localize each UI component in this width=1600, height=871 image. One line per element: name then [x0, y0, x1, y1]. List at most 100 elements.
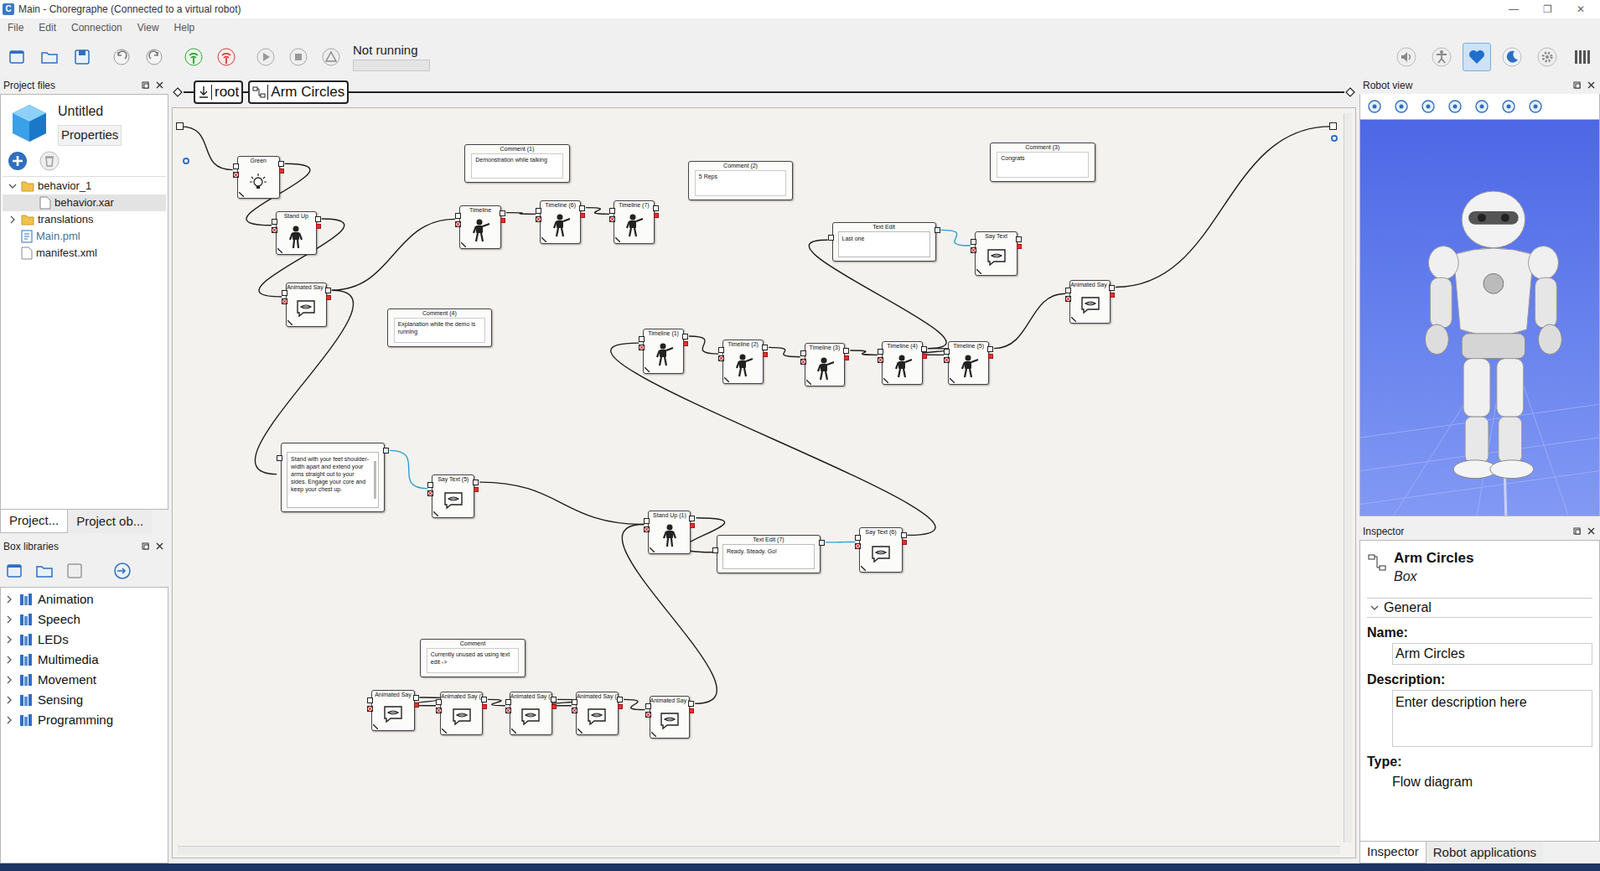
- diagram-box[interactable]: Timeline (7): [613, 200, 655, 244]
- output-port[interactable]: [315, 216, 322, 223]
- sleep-icon[interactable]: [1497, 42, 1527, 72]
- stopped-port[interactable]: [473, 486, 479, 492]
- stop-port-icon[interactable]: [281, 298, 288, 305]
- resize-icon[interactable]: [724, 377, 730, 383]
- output-port[interactable]: [325, 287, 332, 294]
- stopped-port[interactable]: [689, 522, 695, 529]
- wire[interactable]: [389, 450, 428, 488]
- battery-icon[interactable]: [1568, 42, 1597, 72]
- diagram-box[interactable]: Animated Say (4): [649, 695, 691, 739]
- output-port[interactable]: [900, 532, 907, 539]
- stop-port-icon[interactable]: [718, 355, 725, 362]
- diagram-box[interactable]: Timeline (6): [539, 200, 581, 244]
- debug-icon[interactable]: [321, 46, 342, 68]
- text-edit-box[interactable]: Text Edit (7)Ready. Steady. Go!: [716, 534, 821, 574]
- resize-icon[interactable]: [238, 191, 244, 197]
- wire[interactable]: [331, 218, 456, 290]
- wire[interactable]: [688, 336, 719, 354]
- diagram-box[interactable]: Animated Say (2): [509, 691, 553, 735]
- stop-port-icon[interactable]: [638, 344, 645, 351]
- input-port[interactable]: [854, 534, 861, 541]
- stop-port-icon[interactable]: [877, 357, 884, 363]
- volume-icon[interactable]: [1392, 42, 1421, 72]
- comment-box[interactable]: Comment (4)Explanation while the demo is…: [387, 308, 492, 347]
- comment-field[interactable]: Currently unused as using text edit ->: [426, 647, 520, 674]
- text-field[interactable]: Stand with your feet shoulder-width apar…: [286, 451, 379, 508]
- expand-arrow-icon[interactable]: [4, 635, 15, 644]
- output-port[interactable]: [761, 344, 768, 351]
- window-control[interactable]: —: [1506, 1, 1522, 17]
- stopped-port[interactable]: [1016, 243, 1022, 249]
- stopped-port[interactable]: [683, 341, 689, 347]
- diagram-box[interactable]: Timeline (4): [881, 341, 923, 385]
- output-port[interactable]: [1108, 284, 1115, 291]
- resize-icon[interactable]: [806, 379, 812, 385]
- output-port[interactable]: [934, 227, 941, 234]
- input-port[interactable]: [718, 346, 725, 353]
- diagram-output-port[interactable]: [1329, 122, 1337, 130]
- stopped-port[interactable]: [481, 704, 487, 710]
- stopped-port[interactable]: [1109, 292, 1115, 298]
- stopped-port[interactable]: [921, 353, 927, 359]
- field-input[interactable]: Enter description here: [1392, 689, 1593, 747]
- zoom-icon[interactable]: [1527, 98, 1544, 114]
- comment-box[interactable]: Comment (3)Congrats: [989, 142, 1095, 182]
- library-item[interactable]: Animation: [0, 589, 168, 610]
- text-edit-box[interactable]: Stand with your feet shoulder-width apar…: [280, 442, 385, 513]
- search-icon[interactable]: [112, 561, 133, 580]
- output-port[interactable]: [383, 447, 389, 454]
- library-item[interactable]: Multimedia: [0, 649, 168, 670]
- resize-icon[interactable]: [441, 728, 447, 734]
- info-icon[interactable]: [1366, 98, 1383, 114]
- resize-icon[interactable]: [649, 547, 655, 553]
- expand-arrow-icon[interactable]: [4, 655, 15, 664]
- text-field[interactable]: Last one: [838, 231, 931, 257]
- diagram-box[interactable]: Stand Up: [275, 211, 317, 255]
- input-port[interactable]: [281, 289, 288, 296]
- stop-port-icon[interactable]: [854, 543, 861, 549]
- wire[interactable]: [180, 126, 234, 171]
- input-port[interactable]: [645, 703, 652, 710]
- input-port[interactable]: [505, 699, 512, 705]
- output-port[interactable]: [987, 346, 994, 353]
- resize-icon[interactable]: [277, 248, 283, 254]
- output-port[interactable]: [413, 694, 420, 701]
- expand-arrow-icon[interactable]: [7, 181, 18, 191]
- input-port[interactable]: [367, 697, 373, 704]
- output-port[interactable]: [550, 696, 557, 703]
- settings-icon[interactable]: [1474, 98, 1490, 114]
- output-port[interactable]: [579, 205, 586, 212]
- diagram-input-port[interactable]: [176, 122, 184, 130]
- diagram-box[interactable]: Timeline: [459, 205, 502, 249]
- wire[interactable]: [849, 350, 878, 355]
- rotate-icon[interactable]: [1447, 98, 1463, 114]
- stopped-port[interactable]: [844, 355, 850, 361]
- input-port[interactable]: [1065, 287, 1072, 294]
- float-close-icon[interactable]: [139, 541, 166, 552]
- stopped-port[interactable]: [653, 212, 659, 218]
- stopped-port[interactable]: [315, 223, 322, 229]
- input-port[interactable]: [970, 238, 977, 245]
- menu-item[interactable]: Edit: [38, 20, 57, 36]
- resize-icon[interactable]: [651, 731, 657, 737]
- diagram-box[interactable]: Animated Say: [371, 689, 415, 731]
- window-control[interactable]: ❐: [1539, 1, 1555, 17]
- diagram-box[interactable]: Stand Up (1): [647, 510, 691, 555]
- wire[interactable]: [585, 207, 610, 215]
- diagram-box[interactable]: Animated Say (6): [285, 282, 327, 327]
- output-port[interactable]: [843, 347, 850, 354]
- stop-port-icon[interactable]: [571, 707, 578, 714]
- wire[interactable]: [487, 699, 506, 705]
- output-port[interactable]: [472, 479, 479, 486]
- diagram-box[interactable]: Animated Say (5): [1069, 279, 1111, 324]
- panel-tab[interactable]: Robot applications: [1426, 841, 1544, 864]
- stop-port-icon[interactable]: [800, 358, 807, 365]
- diagram-canvas[interactable]: GreenStand UpAnimated Say (6)TimelineTim…: [171, 107, 1357, 859]
- panel-tab[interactable]: Project...: [0, 509, 68, 534]
- wire[interactable]: [1115, 126, 1331, 288]
- resize-icon[interactable]: [644, 367, 650, 373]
- output-port[interactable]: [481, 696, 487, 703]
- stop-port-icon[interactable]: [455, 221, 461, 228]
- stop-port-icon[interactable]: [535, 216, 542, 223]
- panel-tab[interactable]: Inspector: [1359, 841, 1427, 864]
